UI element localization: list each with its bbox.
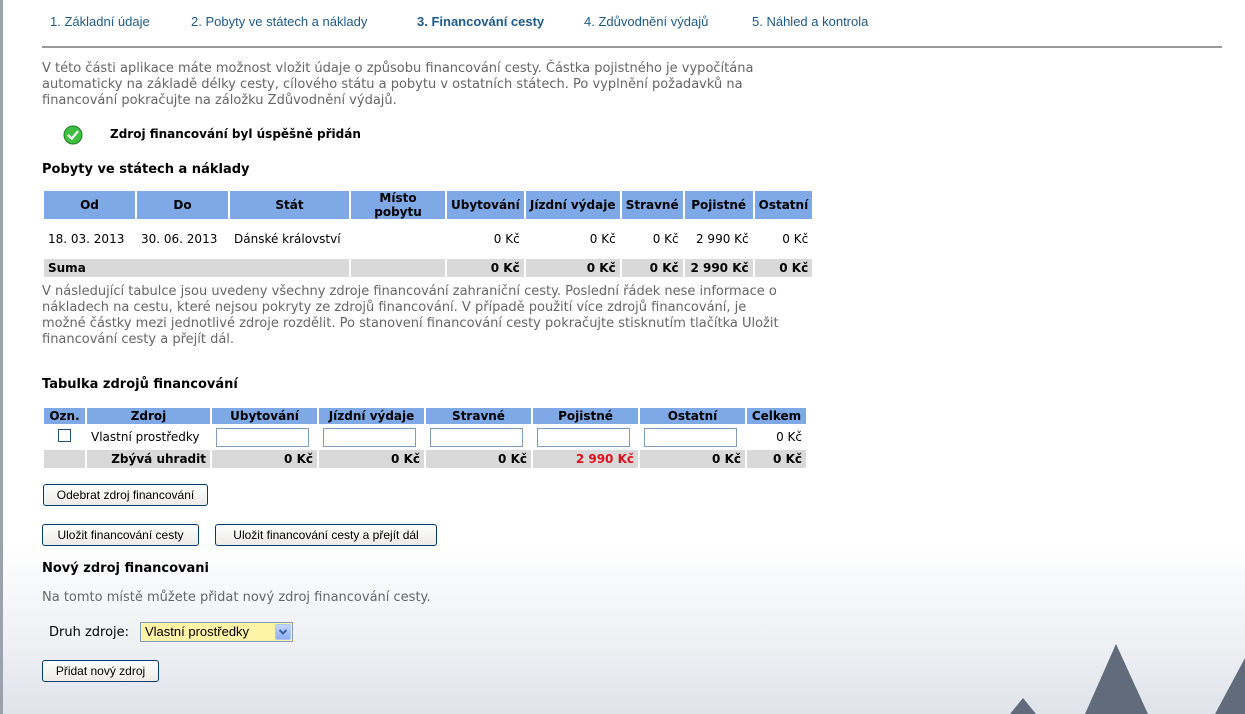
col-pojistne: Pojistné (533, 408, 638, 424)
col-pojistne: Pojistné (684, 191, 753, 219)
sum-pojistne: 2 990 Kč (684, 259, 753, 277)
ostatni-input[interactable] (644, 427, 737, 447)
remaining-stravne: 0 Kč (426, 450, 531, 468)
table-row: 18. 03. 2013 30. 06. 2013 Dánské královs… (44, 219, 812, 259)
cell-od: 18. 03. 2013 (48, 232, 125, 246)
source-type-label: Druh zdroje: (49, 625, 130, 640)
cell-zdroj: Vlastní prostředky (91, 430, 200, 444)
remaining-ostatni: 0 Kč (640, 450, 745, 468)
remove-source-button[interactable]: Odebrat zdroj financování (43, 484, 208, 506)
cell-jizdni (319, 424, 424, 450)
cell-ubytovani: 0 Kč (493, 232, 520, 246)
wizard-tabs: 1. Základní údaje 2. Pobyty ve státech a… (42, 14, 1222, 48)
check-icon (63, 125, 83, 145)
sum-label: Suma (44, 259, 349, 277)
col-jizdni: Jízdní výdaje (525, 191, 620, 219)
source-type-value: Vlastní prostředky (145, 624, 250, 639)
col-stravne: Stravné (426, 408, 531, 424)
jizdni-vydaje-input[interactable] (323, 427, 416, 447)
cell-misto (351, 219, 445, 259)
source-type-select[interactable]: Vlastní prostředky (140, 622, 293, 642)
funding-table: Ozn. Zdroj Ubytování Jízdní výdaje Strav… (42, 408, 808, 468)
col-stat: Stát (230, 191, 349, 219)
cell-ubytovani (212, 424, 317, 450)
col-jizdni: Jízdní výdaje (319, 408, 424, 424)
sum-row: Suma 0 Kč 0 Kč 0 Kč 2 990 Kč 0 Kč (44, 259, 813, 277)
remaining-row: Zbývá uhradit 0 Kč 0 Kč 0 Kč 2 990 Kč 0 … (44, 450, 806, 468)
cell-ostatni: 0 Kč (782, 232, 809, 246)
tab-financovani-active[interactable]: 3. Financování cesty (417, 14, 544, 29)
save-and-continue-button[interactable]: Uložit financování cesty a přejít dál (215, 524, 437, 546)
cell-stat: Dánské království (234, 232, 341, 246)
ubytovani-input[interactable] (216, 427, 309, 447)
cell-celkem: 0 Kč (776, 430, 802, 444)
col-do: Do (137, 191, 228, 219)
tab-zduvodneni[interactable]: 4. Zdůvodnění výdajů (584, 14, 708, 29)
col-zdroj: Zdroj (87, 408, 210, 424)
col-ostatni: Ostatní (640, 408, 745, 424)
save-funding-button[interactable]: Uložit financování cesty (42, 524, 199, 546)
funding-heading: Tabulka zdrojů financování (42, 377, 238, 392)
cell-stravne (426, 424, 531, 450)
cell-ostatni (640, 424, 745, 450)
add-source-button[interactable]: Přidat nový zdroj (42, 660, 159, 682)
cell-stravne: 0 Kč (652, 232, 679, 246)
pojistne-input[interactable] (537, 427, 630, 447)
col-ozn: Ozn. (44, 408, 85, 424)
col-ubytovani: Ubytování (447, 191, 524, 219)
sum-jizdni: 0 Kč (525, 259, 620, 277)
sum-stravne: 0 Kč (621, 259, 683, 277)
cell-do: 30. 06. 2013 (141, 232, 218, 246)
cell-checkbox (44, 424, 85, 450)
cell-pojistne: 2 990 Kč (695, 232, 749, 246)
success-text: Zdroj financování byl úspěšně přidán (110, 127, 361, 141)
cell-jizdni: 0 Kč (589, 232, 616, 246)
remaining-label: Zbývá uhradit (87, 450, 210, 468)
stays-heading: Pobyty ve státech a náklady (42, 162, 250, 177)
stays-table: Od Do Stát Místo pobytu Ubytování Jízdní… (42, 191, 814, 277)
remaining-jizdni: 0 Kč (319, 450, 424, 468)
col-celkem: Celkem (747, 408, 806, 424)
new-source-heading: Nový zdroj financovani (42, 561, 209, 576)
tab-zakladni-udaje[interactable]: 1. Základní údaje (50, 14, 150, 29)
cell-pojistne (533, 424, 638, 450)
stravne-input[interactable] (430, 427, 523, 447)
chevron-down-icon[interactable] (275, 624, 291, 640)
col-ostatni: Ostatní (754, 191, 813, 219)
remaining-empty-cell (44, 450, 85, 468)
tab-pobyty[interactable]: 2. Pobyty ve státech a náklady (191, 14, 367, 29)
funding-explanation: V následující tabulce jsou uvedeny všech… (42, 284, 779, 347)
sum-ostatni: 0 Kč (754, 259, 813, 277)
intro-text: V této části aplikace máte možnost vloži… (42, 61, 754, 108)
col-od: Od (44, 191, 135, 219)
col-misto: Místo pobytu (351, 191, 445, 219)
select-checkbox[interactable] (58, 429, 71, 442)
remaining-celkem: 0 Kč (747, 450, 806, 468)
tab-nahled[interactable]: 5. Náhled a kontrola (752, 14, 868, 29)
col-ubytovani: Ubytování (212, 408, 317, 424)
remaining-ubytovani: 0 Kč (212, 450, 317, 468)
sum-ubytovani: 0 Kč (447, 259, 524, 277)
remaining-pojistne: 2 990 Kč (533, 450, 638, 468)
col-stravne: Stravné (621, 191, 683, 219)
sum-empty-cell (351, 259, 445, 277)
new-source-text: Na tomto místě můžete přidat nový zdroj … (42, 590, 431, 605)
table-row: Vlastní prostředky 0 Kč (44, 424, 806, 450)
